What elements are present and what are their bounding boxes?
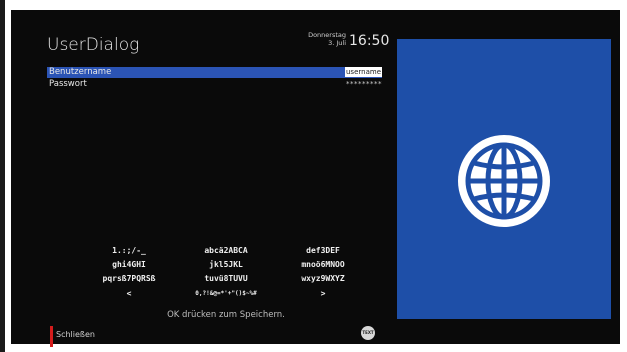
- key-4[interactable]: ghi4GHI: [81, 260, 177, 269]
- keyboard-row: pqrsß7PQRSß tuvü8TUVU wxyz9WXYZ: [81, 274, 371, 286]
- keyboard-row: 1.:;/-_ abcä2ABCA def3DEF: [81, 246, 371, 258]
- key-5[interactable]: jkl5JKL: [178, 260, 274, 269]
- preview-panel: [397, 39, 611, 319]
- dialog-title: UserDialog: [47, 35, 140, 55]
- date-weekday: Donnerstag: [308, 31, 346, 39]
- password-row[interactable]: Passwort *********: [47, 79, 382, 90]
- username-label: Benutzername: [49, 67, 112, 77]
- key-1[interactable]: 1.:;/-_: [81, 246, 177, 255]
- password-field[interactable]: *********: [346, 79, 382, 90]
- key-6[interactable]: mnoö6MNOO: [275, 260, 371, 269]
- key-left[interactable]: <: [81, 289, 177, 298]
- key-3[interactable]: def3DEF: [275, 246, 371, 255]
- password-label: Passwort: [49, 79, 87, 89]
- clock: 16:50: [349, 33, 390, 49]
- username-field[interactable]: username: [345, 67, 382, 77]
- key-right[interactable]: >: [275, 289, 371, 298]
- key-2[interactable]: abcä2ABCA: [178, 246, 274, 255]
- save-hint: OK drücken zum Speichern.: [167, 310, 285, 320]
- text-key-icon[interactable]: TEXT: [361, 326, 375, 340]
- username-row[interactable]: Benutzername username: [47, 67, 382, 78]
- keyboard-row: < 0,?!&@=*'+"()$~%# >: [81, 289, 371, 301]
- key-0[interactable]: 0,?!&@=*'+"()$~%#: [178, 290, 274, 297]
- date-display: Donnerstag 3. Juli: [298, 31, 346, 47]
- globe-icon: [458, 135, 550, 227]
- key-8[interactable]: tuvü8TUVU: [178, 274, 274, 283]
- key-9[interactable]: wxyz9WXYZ: [275, 274, 371, 283]
- date-day: 3. Juli: [328, 39, 346, 47]
- red-key-indicator: [50, 326, 53, 347]
- screen-left-edge: [0, 0, 5, 352]
- key-7[interactable]: pqrsß7PQRSß: [81, 274, 177, 283]
- close-button[interactable]: Schließen: [56, 330, 95, 339]
- keyboard-row: ghi4GHI jkl5JKL mnoö6MNOO: [81, 260, 371, 272]
